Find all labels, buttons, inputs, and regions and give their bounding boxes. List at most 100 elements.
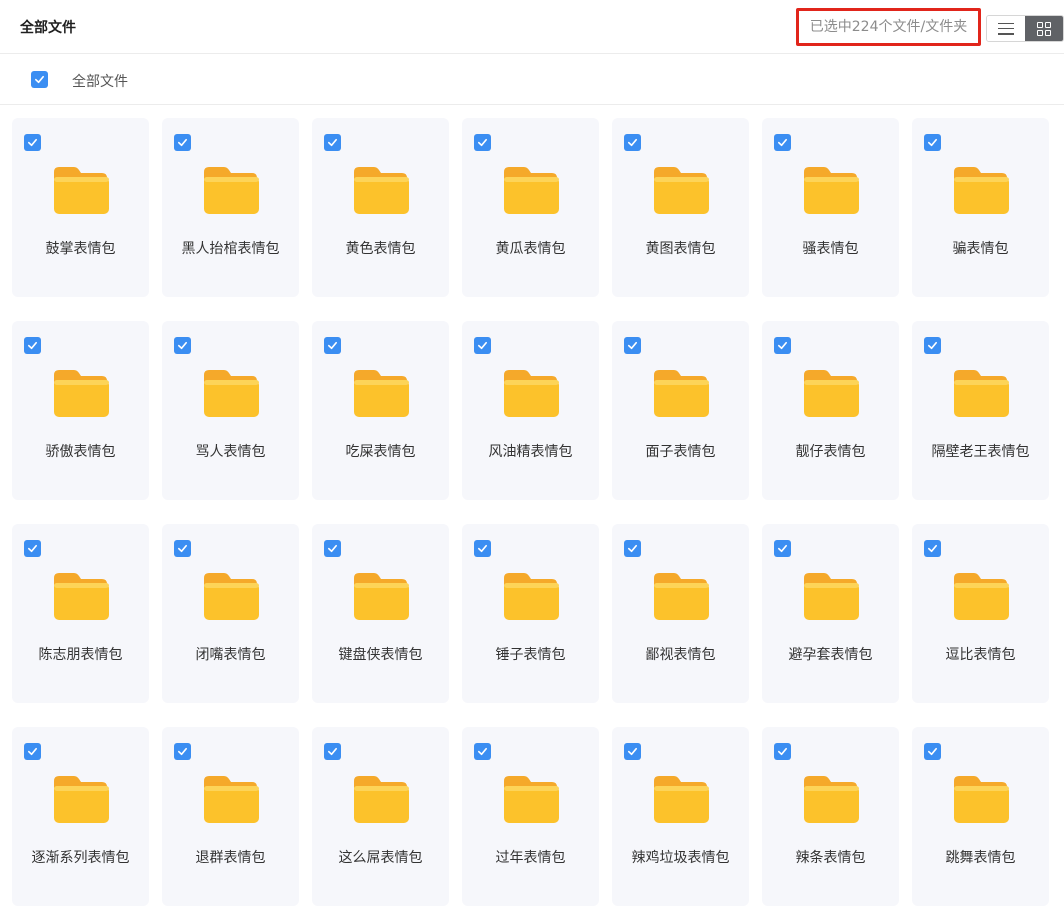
folder-icon bbox=[954, 370, 1009, 417]
folder-name: 黑人抬棺表情包 bbox=[181, 241, 280, 257]
folder-tile[interactable]: 避孕套表情包 bbox=[762, 524, 899, 703]
folder-tile[interactable]: 这么屌表情包 bbox=[312, 727, 449, 906]
folder-tile[interactable]: 吃屎表情包 bbox=[312, 321, 449, 500]
folder-icon bbox=[54, 167, 109, 214]
folder-checkbox[interactable] bbox=[774, 134, 791, 151]
folder-name: 辣鸡垃圾表情包 bbox=[631, 850, 730, 866]
folder-tile[interactable]: 辣鸡垃圾表情包 bbox=[612, 727, 749, 906]
folder-tile[interactable]: 过年表情包 bbox=[462, 727, 599, 906]
folder-checkbox[interactable] bbox=[174, 337, 191, 354]
folder-tile[interactable]: 逐渐系列表情包 bbox=[12, 727, 149, 906]
folder-icon bbox=[354, 370, 409, 417]
folder-icon bbox=[804, 167, 859, 214]
folder-tile[interactable]: 键盘侠表情包 bbox=[312, 524, 449, 703]
view-switch bbox=[986, 15, 1064, 42]
selection-count-status: 已选中224个文件/文件夹 bbox=[796, 8, 981, 46]
folder-checkbox[interactable] bbox=[324, 743, 341, 760]
folder-tile[interactable]: 黄瓜表情包 bbox=[462, 118, 599, 297]
folder-checkbox[interactable] bbox=[774, 743, 791, 760]
select-all-checkbox[interactable] bbox=[31, 71, 48, 88]
folder-tile[interactable]: 黄色表情包 bbox=[312, 118, 449, 297]
folder-tile[interactable]: 鄙视表情包 bbox=[612, 524, 749, 703]
folder-checkbox[interactable] bbox=[924, 540, 941, 557]
folder-checkbox[interactable] bbox=[624, 134, 641, 151]
folder-icon bbox=[504, 776, 559, 823]
toolbar-breadcrumb: 全部文件 bbox=[0, 55, 1064, 105]
folder-tile[interactable]: 黄图表情包 bbox=[612, 118, 749, 297]
folder-tile[interactable]: 跳舞表情包 bbox=[912, 727, 1049, 906]
folder-icon bbox=[54, 370, 109, 417]
folder-name: 吃屎表情包 bbox=[345, 444, 416, 460]
folder-icon bbox=[54, 776, 109, 823]
folder-tile[interactable]: 逗比表情包 bbox=[912, 524, 1049, 703]
folder-icon bbox=[504, 167, 559, 214]
folder-icon bbox=[654, 573, 709, 620]
folder-icon bbox=[54, 573, 109, 620]
folder-checkbox[interactable] bbox=[624, 337, 641, 354]
folder-tile[interactable]: 骚表情包 bbox=[762, 118, 899, 297]
list-view-button[interactable] bbox=[987, 16, 1025, 41]
folder-checkbox[interactable] bbox=[474, 134, 491, 151]
folder-icon bbox=[654, 776, 709, 823]
folder-tile[interactable]: 闭嘴表情包 bbox=[162, 524, 299, 703]
folder-checkbox[interactable] bbox=[924, 337, 941, 354]
folder-icon bbox=[204, 573, 259, 620]
folder-tile[interactable]: 锤子表情包 bbox=[462, 524, 599, 703]
folder-checkbox[interactable] bbox=[324, 134, 341, 151]
top-bar: 全部文件 已选中224个文件/文件夹 bbox=[0, 0, 1064, 54]
folder-name: 退群表情包 bbox=[195, 850, 266, 866]
folder-name: 黄色表情包 bbox=[345, 241, 416, 257]
folder-checkbox[interactable] bbox=[774, 337, 791, 354]
folder-tile[interactable]: 骂人表情包 bbox=[162, 321, 299, 500]
folder-checkbox[interactable] bbox=[474, 743, 491, 760]
folder-name: 骗表情包 bbox=[952, 241, 1009, 257]
folder-name: 骂人表情包 bbox=[195, 444, 266, 460]
folder-tile[interactable]: 鼓掌表情包 bbox=[12, 118, 149, 297]
grid-icon bbox=[1037, 21, 1051, 36]
folder-tile[interactable]: 靓仔表情包 bbox=[762, 321, 899, 500]
folder-checkbox[interactable] bbox=[324, 540, 341, 557]
folder-checkbox[interactable] bbox=[924, 743, 941, 760]
folder-icon bbox=[504, 370, 559, 417]
folder-tile[interactable]: 骗表情包 bbox=[912, 118, 1049, 297]
folder-icon bbox=[654, 370, 709, 417]
folder-tile[interactable]: 黑人抬棺表情包 bbox=[162, 118, 299, 297]
folder-checkbox[interactable] bbox=[774, 540, 791, 557]
folder-checkbox[interactable] bbox=[624, 540, 641, 557]
folder-name: 跳舞表情包 bbox=[945, 850, 1016, 866]
folder-checkbox[interactable] bbox=[924, 134, 941, 151]
folder-checkbox[interactable] bbox=[624, 743, 641, 760]
folder-tile[interactable]: 面子表情包 bbox=[612, 321, 749, 500]
folder-tile[interactable]: 骄傲表情包 bbox=[12, 321, 149, 500]
grid-view-button[interactable] bbox=[1025, 16, 1063, 41]
folder-checkbox[interactable] bbox=[174, 540, 191, 557]
folder-icon bbox=[204, 370, 259, 417]
folder-checkbox[interactable] bbox=[24, 134, 41, 151]
folder-tile[interactable]: 辣条表情包 bbox=[762, 727, 899, 906]
folder-tile[interactable]: 隔壁老王表情包 bbox=[912, 321, 1049, 500]
folder-icon bbox=[354, 573, 409, 620]
folder-checkbox[interactable] bbox=[324, 337, 341, 354]
folder-checkbox[interactable] bbox=[24, 337, 41, 354]
folder-name: 黄图表情包 bbox=[645, 241, 716, 257]
folder-checkbox[interactable] bbox=[474, 540, 491, 557]
folder-name: 黄瓜表情包 bbox=[495, 241, 566, 257]
folder-tile[interactable]: 风油精表情包 bbox=[462, 321, 599, 500]
folder-name: 锤子表情包 bbox=[495, 647, 566, 663]
folder-icon bbox=[954, 167, 1009, 214]
folder-name: 避孕套表情包 bbox=[788, 647, 873, 663]
folder-icon bbox=[954, 776, 1009, 823]
folder-icon bbox=[804, 370, 859, 417]
folder-tile[interactable]: 陈志朋表情包 bbox=[12, 524, 149, 703]
breadcrumb[interactable]: 全部文件 bbox=[72, 71, 128, 91]
folder-checkbox[interactable] bbox=[174, 743, 191, 760]
folder-name: 面子表情包 bbox=[645, 444, 716, 460]
folder-name: 过年表情包 bbox=[495, 850, 566, 866]
folder-name: 靓仔表情包 bbox=[795, 444, 866, 460]
folder-checkbox[interactable] bbox=[474, 337, 491, 354]
folder-name: 风油精表情包 bbox=[488, 444, 573, 460]
folder-checkbox[interactable] bbox=[24, 540, 41, 557]
folder-checkbox[interactable] bbox=[24, 743, 41, 760]
folder-tile[interactable]: 退群表情包 bbox=[162, 727, 299, 906]
folder-checkbox[interactable] bbox=[174, 134, 191, 151]
